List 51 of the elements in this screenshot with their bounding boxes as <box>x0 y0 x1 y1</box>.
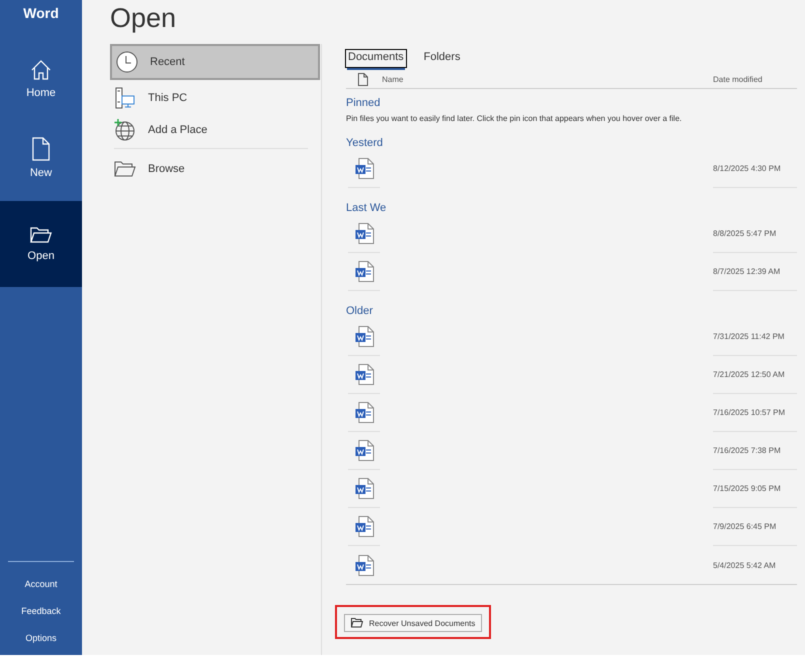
document-icon[interactable] <box>354 326 374 347</box>
group-heading: Yesterd <box>346 136 384 150</box>
nav-item[interactable]: New <box>0 115 82 201</box>
tab[interactable]: Folders <box>422 50 462 67</box>
location-item[interactable]: Recent <box>110 44 320 80</box>
folder-icon <box>114 160 136 178</box>
app-title: Word <box>22 4 60 23</box>
nav-item[interactable]: Home <box>0 43 82 115</box>
document-icon[interactable] <box>354 261 374 282</box>
file-type-icon <box>358 72 368 86</box>
document-icon[interactable] <box>354 158 374 179</box>
home-icon <box>30 59 52 81</box>
document-icon[interactable] <box>354 440 374 461</box>
document-icon[interactable] <box>354 223 374 244</box>
document-icon[interactable] <box>354 402 374 423</box>
document-icon[interactable] <box>354 478 374 499</box>
recover-button[interactable]: Recover Unsaved Documents <box>344 614 482 632</box>
date-modified: 7/16/2025 7:38 PM <box>713 432 797 470</box>
date-modified: 7/31/2025 11:42 PM <box>713 318 797 356</box>
nav-link[interactable]: Feedback <box>21 597 61 624</box>
column-header[interactable]: Name <box>382 74 404 84</box>
date-modified: 7/21/2025 12:50 AM <box>713 356 797 394</box>
document-icon[interactable] <box>354 364 374 385</box>
page-icon <box>32 137 50 161</box>
folder-icon <box>351 618 363 628</box>
date-modified: 7/16/2025 10:57 PM <box>713 394 797 432</box>
date-modified: 8/8/2025 5:47 PM <box>713 215 797 253</box>
column-header[interactable]: Date modified <box>713 74 797 84</box>
group-heading: Pinned <box>346 96 382 110</box>
tab[interactable]: Documents <box>346 50 406 67</box>
computer-icon <box>114 87 136 109</box>
date-modified: 7/9/2025 6:45 PM <box>713 508 797 546</box>
page-title: Open <box>110 2 178 35</box>
nav-link[interactable]: Account <box>24 570 58 597</box>
location-item[interactable]: This PC <box>110 82 320 114</box>
date-modified: 7/15/2025 9:05 PM <box>713 470 797 508</box>
date-modified: 8/7/2025 12:39 AM <box>713 253 797 291</box>
clock-icon <box>116 51 138 73</box>
date-modified: 5/4/2025 5:42 AM <box>713 560 777 572</box>
location-item[interactable]: Browse <box>110 153 320 185</box>
nav-item[interactable]: Open <box>0 201 82 287</box>
location-item[interactable]: Add a Place <box>110 114 320 146</box>
group-heading: Last We <box>346 201 388 215</box>
document-icon[interactable] <box>354 516 374 537</box>
pinned-hint: Pin files you want to easily find later. Click the pin icon that appears when you hover over a file. <box>346 113 683 123</box>
group-heading: Older <box>346 304 374 318</box>
date-modified: 8/12/2025 4:30 PM <box>713 150 797 188</box>
globe-icon <box>114 119 136 141</box>
nav-link[interactable]: Options <box>25 624 57 651</box>
folder-icon <box>30 226 52 244</box>
document-icon[interactable] <box>354 554 374 576</box>
